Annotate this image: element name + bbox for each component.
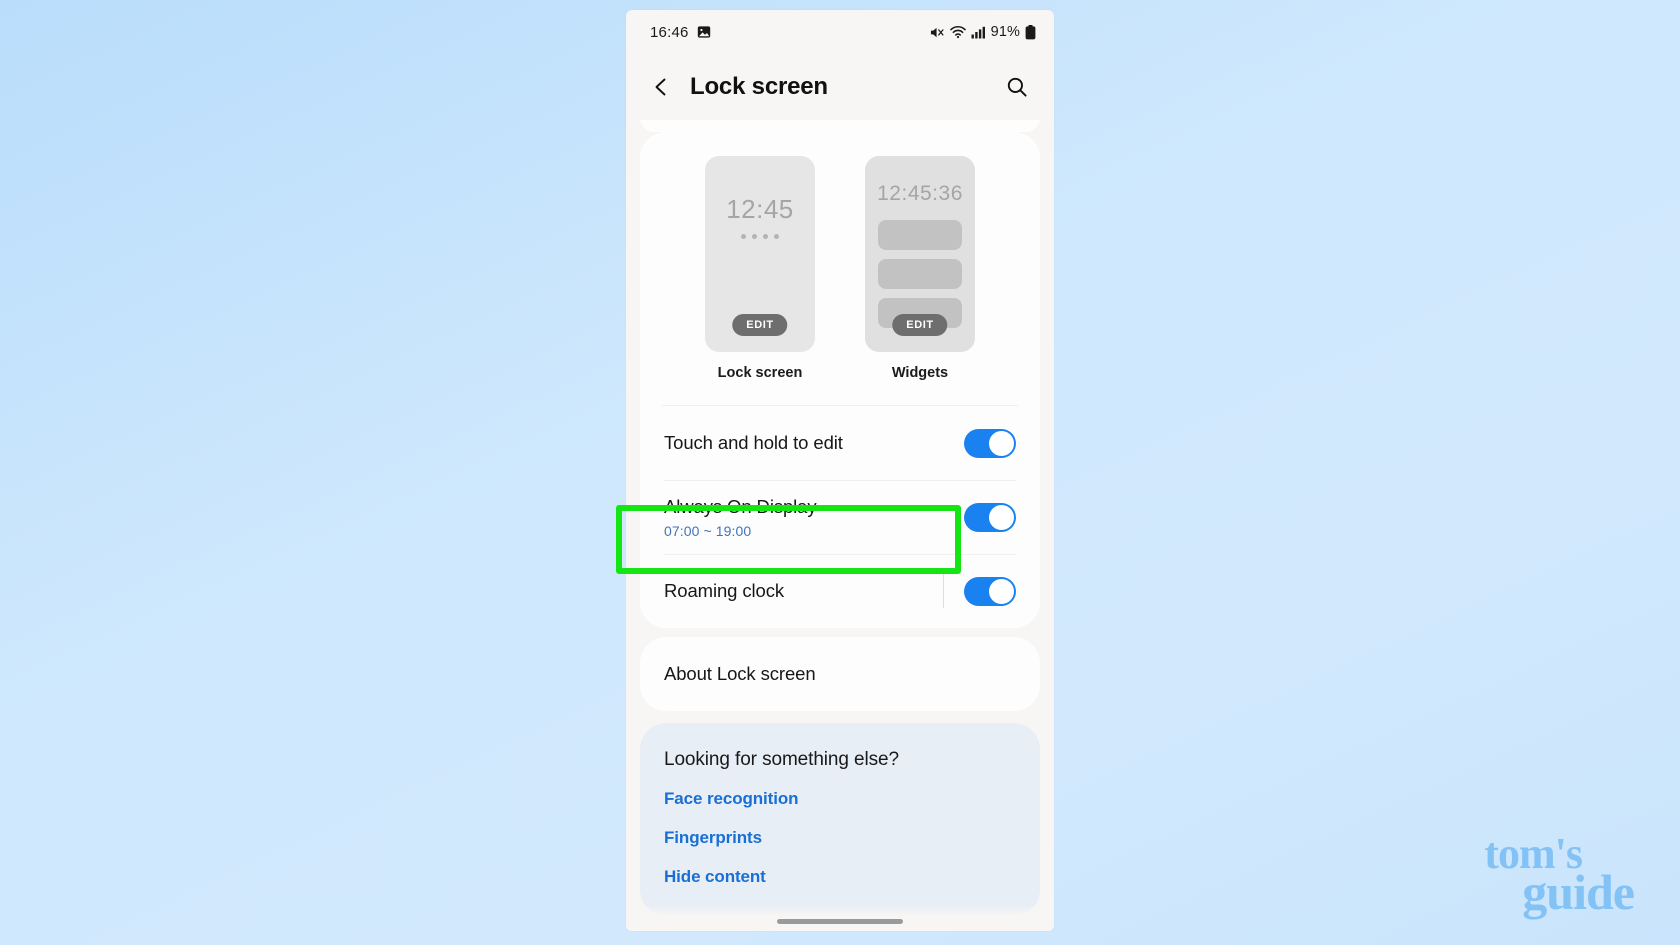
looking-for-something-else-card: Looking for something else? Face recogni… bbox=[640, 723, 1040, 916]
toggle-knob bbox=[988, 503, 1015, 531]
row-always-on-display[interactable]: Always On Display 07:00 ~ 19:00 bbox=[640, 480, 1040, 554]
partial-card-above bbox=[640, 120, 1040, 132]
row-text-about-lock-screen: About Lock screen bbox=[664, 663, 1016, 685]
battery-icon bbox=[1025, 24, 1036, 40]
widgets-thumb-bars bbox=[878, 220, 962, 328]
row-text-always-on-display: Always On Display 07:00 ~ 19:00 bbox=[664, 496, 964, 539]
row-title-always-on-display: Always On Display bbox=[664, 495, 817, 517]
footer-heading: Looking for something else? bbox=[664, 749, 899, 770]
image-icon bbox=[697, 25, 711, 39]
toms-guide-watermark: tom's guide bbox=[1484, 831, 1635, 920]
signal-icon bbox=[971, 26, 985, 39]
preview-label-lock-screen: Lock screen bbox=[717, 365, 803, 381]
about-lock-screen-card: About Lock screen bbox=[640, 637, 1040, 711]
settings-scroll-area[interactable]: 12:45 EDIT Lock screen 12:45:36 EDIT Wid… bbox=[626, 120, 1054, 931]
phone-screenshot: 16:46 91% Lock screen 12:45 EDIT Lock sc… bbox=[626, 10, 1054, 931]
app-bar: Lock screen bbox=[626, 54, 1054, 120]
lock-screen-previews-card: 12:45 EDIT Lock screen 12:45:36 EDIT Wid… bbox=[640, 132, 1040, 628]
toggle-knob bbox=[988, 429, 1015, 457]
mute-icon bbox=[930, 25, 945, 40]
link-face-recognition[interactable]: Face recognition bbox=[664, 789, 1016, 809]
search-icon[interactable] bbox=[1000, 70, 1034, 104]
row-touch-and-hold-to-edit[interactable]: Touch and hold to edit bbox=[640, 406, 1040, 480]
widgets-thumbnail[interactable]: 12:45:36 EDIT bbox=[865, 156, 975, 352]
lock-screen-thumbnail[interactable]: 12:45 EDIT bbox=[705, 156, 815, 352]
gesture-pill[interactable] bbox=[777, 918, 903, 924]
status-bar-right: 91% bbox=[930, 24, 1036, 40]
toggle-roaming-clock[interactable] bbox=[964, 576, 1016, 606]
wifi-icon bbox=[949, 25, 966, 39]
widgets-thumb-clock: 12:45:36 bbox=[877, 182, 963, 205]
row-text-roaming-clock: Roaming clock bbox=[664, 580, 943, 602]
widgets-edit-button[interactable]: EDIT bbox=[892, 314, 948, 336]
toggle-touch-and-hold-to-edit[interactable] bbox=[964, 428, 1016, 458]
status-bar-clock: 16:46 bbox=[650, 23, 689, 41]
preview-label-widgets: Widgets bbox=[891, 365, 949, 381]
watermark-line-2: guide bbox=[1522, 864, 1635, 920]
toggle-knob bbox=[988, 577, 1015, 605]
back-button[interactable] bbox=[644, 70, 678, 104]
row-title-about-lock-screen: About Lock screen bbox=[664, 663, 816, 684]
preview-widgets[interactable]: 12:45:36 EDIT Widgets bbox=[865, 156, 975, 381]
battery-percent-label: 91% bbox=[990, 24, 1020, 40]
row-about-lock-screen[interactable]: About Lock screen bbox=[640, 637, 1040, 711]
link-fingerprints[interactable]: Fingerprints bbox=[664, 828, 1016, 848]
lock-screen-thumb-clock: 12:45 bbox=[726, 194, 794, 224]
row-title-roaming-clock: Roaming clock bbox=[664, 580, 785, 601]
row-subtitle-always-on-display: 07:00 ~ 19:00 bbox=[664, 522, 752, 539]
row-vertical-divider bbox=[943, 574, 944, 608]
status-bar-left: 16:46 bbox=[650, 24, 711, 41]
preview-thumbnails: 12:45 EDIT Lock screen 12:45:36 EDIT Wid… bbox=[640, 156, 1040, 389]
status-bar: 16:46 91% bbox=[626, 10, 1054, 54]
row-title-touch-and-hold: Touch and hold to edit bbox=[664, 432, 843, 453]
link-hide-content[interactable]: Hide content bbox=[664, 867, 1016, 887]
preview-lock-screen[interactable]: 12:45 EDIT Lock screen bbox=[705, 156, 815, 381]
lock-screen-edit-button[interactable]: EDIT bbox=[732, 314, 788, 336]
toggle-always-on-display[interactable] bbox=[964, 502, 1016, 532]
page-title: Lock screen bbox=[690, 73, 828, 100]
lock-screen-thumb-dots bbox=[741, 234, 779, 239]
row-text-touch-and-hold: Touch and hold to edit bbox=[664, 432, 964, 454]
row-roaming-clock[interactable]: Roaming clock bbox=[640, 554, 1040, 628]
